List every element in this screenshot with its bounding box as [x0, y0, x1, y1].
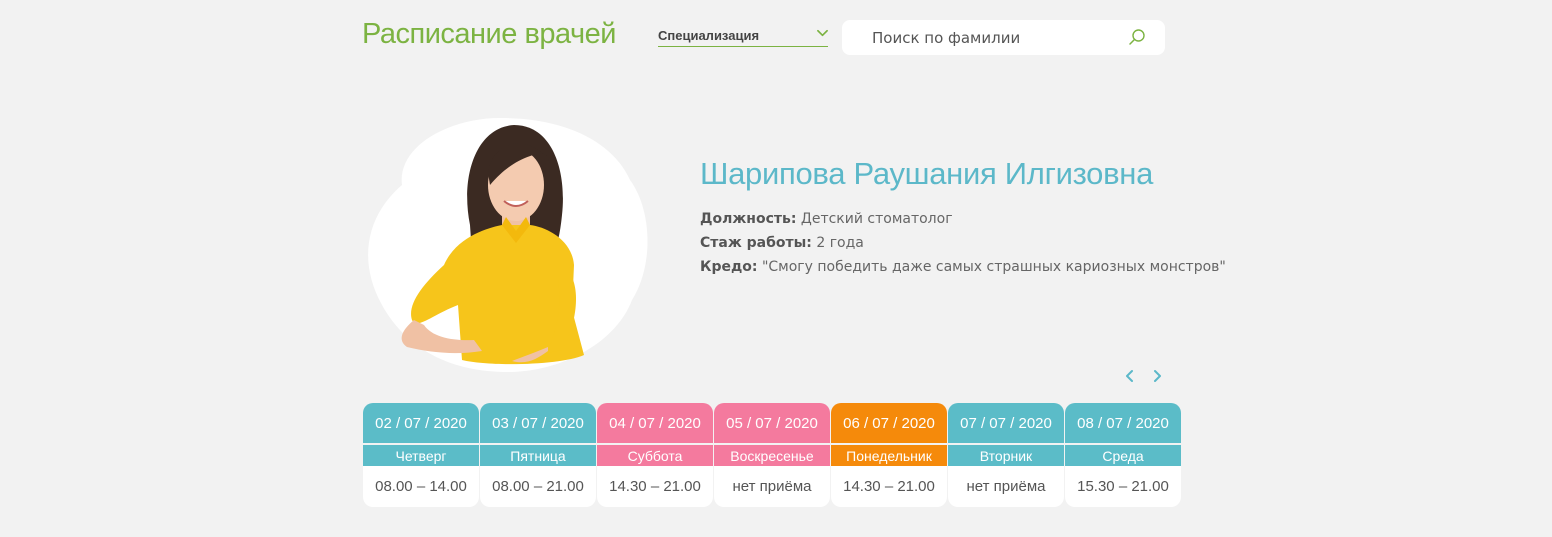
chevron-down-icon [817, 29, 828, 37]
day-weekday: Четверг [363, 445, 479, 466]
day-weekday: Понедельник [831, 445, 947, 466]
day-date: 03 / 07 / 2020 [480, 403, 596, 443]
day-date: 08 / 07 / 2020 [1065, 403, 1181, 443]
experience-value: 2 года [816, 235, 864, 251]
schedule-day[interactable]: 02 / 07 / 2020 Четверг 08.00 – 14.00 [363, 403, 479, 507]
day-weekday: Среда [1065, 445, 1181, 466]
doctor-name: Шарипова Раушания Илгизовна [700, 156, 1154, 191]
experience-label: Стаж работы: [700, 235, 812, 251]
doctor-position: Должность: Детский стоматолог [700, 211, 953, 227]
specialization-select[interactable]: Специализация [658, 28, 828, 47]
chevron-right-icon[interactable] [1150, 369, 1164, 383]
doctor-photo [368, 117, 648, 373]
day-hours: 14.30 – 21.00 [597, 466, 713, 507]
day-weekday: Воскресенье [714, 445, 830, 466]
credo-label: Кредо: [700, 259, 758, 275]
day-weekday: Пятница [480, 445, 596, 466]
search-icon[interactable] [1128, 28, 1146, 46]
schedule-day[interactable]: 08 / 07 / 2020 Среда 15.30 – 21.00 [1065, 403, 1181, 507]
day-hours: нет приёма [948, 466, 1064, 507]
day-hours: 08.00 – 14.00 [363, 466, 479, 507]
search-input[interactable] [872, 28, 1112, 48]
day-weekday: Вторник [948, 445, 1064, 466]
day-hours: 08.00 – 21.00 [480, 466, 596, 507]
position-value: Детский стоматолог [800, 211, 953, 227]
day-weekday: Суббота [597, 445, 713, 466]
day-date: 05 / 07 / 2020 [714, 403, 830, 443]
day-date: 04 / 07 / 2020 [597, 403, 713, 443]
schedule-day[interactable]: 03 / 07 / 2020 Пятница 08.00 – 21.00 [480, 403, 596, 507]
day-date: 06 / 07 / 2020 [831, 403, 947, 443]
day-hours: 15.30 – 21.00 [1065, 466, 1181, 507]
schedule-table: 02 / 07 / 2020 Четверг 08.00 – 14.00 03 … [363, 403, 1181, 507]
credo-value: "Смогу победить даже самых страшных кари… [761, 259, 1226, 275]
page-title: Расписание врачей [362, 18, 616, 50]
schedule-day[interactable]: 04 / 07 / 2020 Суббота 14.30 – 21.00 [597, 403, 713, 507]
specialization-label: Специализация [658, 28, 760, 43]
doctor-experience: Стаж работы: 2 года [700, 235, 864, 251]
day-hours: 14.30 – 21.00 [831, 466, 947, 507]
schedule-day[interactable]: 07 / 07 / 2020 Вторник нет приёма [948, 403, 1064, 507]
day-date: 07 / 07 / 2020 [948, 403, 1064, 443]
search-box [842, 20, 1165, 55]
position-label: Должность: [700, 211, 797, 227]
day-date: 02 / 07 / 2020 [363, 403, 479, 443]
doctor-credo: Кредо: "Смогу победить даже самых страшн… [700, 259, 1226, 275]
day-hours: нет приёма [714, 466, 830, 507]
schedule-day[interactable]: 06 / 07 / 2020 Понедельник 14.30 – 21.00 [831, 403, 947, 507]
schedule-day[interactable]: 05 / 07 / 2020 Воскресенье нет приёма [714, 403, 830, 507]
chevron-left-icon[interactable] [1123, 369, 1137, 383]
